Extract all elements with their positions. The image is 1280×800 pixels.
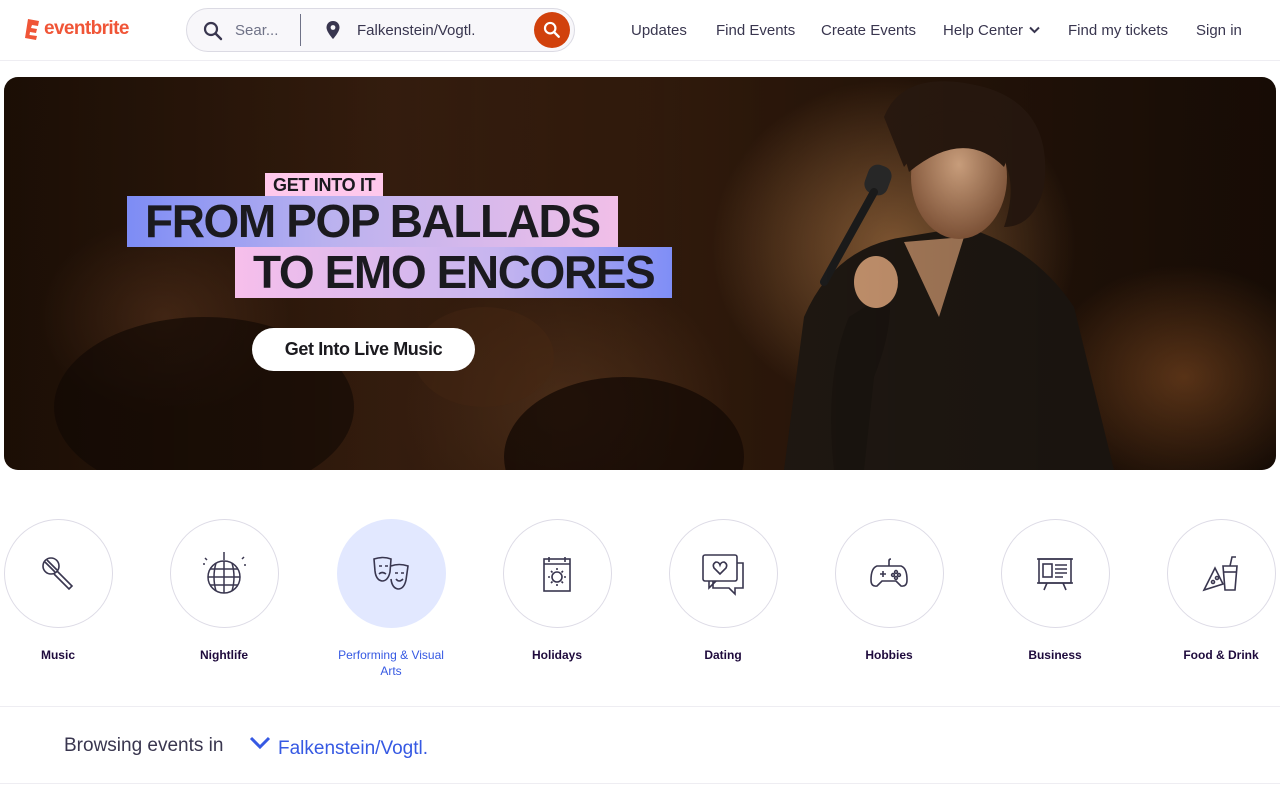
- hero-banner[interactable]: GET INTO IT FROM POP BALLADS TO EMO ENCO…: [4, 77, 1276, 470]
- search-input[interactable]: Sear...: [235, 22, 278, 39]
- nav-create-events[interactable]: Create Events: [821, 0, 916, 60]
- category-nightlife[interactable]: Nightlife: [141, 519, 307, 663]
- get-into-live-music-button[interactable]: Get Into Live Music: [252, 328, 475, 371]
- hero-tagline: GET INTO IT: [265, 173, 384, 197]
- category-circle: [1166, 519, 1276, 628]
- hero-headline-line1: FROM POP BALLADS: [127, 196, 618, 247]
- category-label: Business: [1028, 648, 1082, 662]
- nav-find-events[interactable]: Find Events: [716, 0, 795, 60]
- location-pin-icon: [326, 21, 340, 39]
- category-label: Dating: [704, 648, 742, 662]
- eventbrite-mark-icon: [25, 19, 39, 40]
- microphone-icon: [42, 556, 74, 590]
- nav-help-center-label: Help Center: [943, 21, 1024, 39]
- category-label: Food & Drink: [1183, 648, 1259, 662]
- theater-masks-icon: [373, 556, 409, 590]
- calendar-sun-icon: [543, 556, 571, 592]
- nav-sign-in[interactable]: Sign in: [1196, 0, 1242, 60]
- category-dating[interactable]: Dating: [640, 519, 806, 663]
- presentation-board-icon: [1037, 557, 1073, 590]
- category-circle: [336, 519, 446, 628]
- logo-text: eventbrite: [44, 18, 129, 39]
- category-holidays[interactable]: Holidays: [474, 519, 640, 663]
- category-circle: [3, 519, 113, 628]
- top-header: eventbrite Sear... Falkenstein/Vogtl. Up…: [0, 0, 1280, 61]
- category-circle: [668, 519, 778, 628]
- gamepad-icon: [870, 557, 908, 587]
- category-business[interactable]: Business: [972, 519, 1138, 663]
- category-music[interactable]: Music: [0, 519, 141, 663]
- category-hobbies[interactable]: Hobbies: [806, 519, 972, 663]
- nav-updates[interactable]: Updates: [631, 0, 687, 60]
- browsing-location-dropdown[interactable]: Falkenstein/Vogtl.: [278, 738, 428, 760]
- category-circle: [1000, 519, 1110, 628]
- category-label: Hobbies: [865, 648, 913, 662]
- browsing-label: Browsing events in: [64, 735, 224, 756]
- category-circle: [834, 519, 944, 628]
- search-icon: [543, 21, 560, 38]
- chevron-down-icon: [1029, 26, 1040, 34]
- search-divider: [300, 14, 301, 46]
- category-label: Music: [40, 648, 75, 662]
- nav-help-center[interactable]: Help Center: [943, 0, 1040, 60]
- category-performing-visual-arts[interactable]: Performing & Visual Arts: [308, 519, 474, 679]
- location-input[interactable]: Falkenstein/Vogtl.: [357, 22, 475, 39]
- hero-headline-line2: TO EMO ENCORES: [235, 247, 673, 298]
- category-label: Nightlife: [200, 648, 248, 662]
- browsing-location-bar: Browsing events in Falkenstein/Vogtl.: [0, 706, 1280, 784]
- search-submit-button[interactable]: [534, 12, 570, 48]
- category-circle: [169, 519, 279, 628]
- disco-ball-icon: [203, 551, 246, 594]
- chat-heart-icon: [702, 553, 744, 596]
- category-label: Holidays: [531, 648, 582, 662]
- chevron-down-icon[interactable]: [249, 736, 271, 750]
- eventbrite-logo[interactable]: eventbrite: [24, 17, 129, 41]
- category-food-drink[interactable]: Food & Drink: [1138, 519, 1280, 663]
- category-circle: [502, 519, 612, 628]
- category-label: Performing & Visual Arts: [338, 648, 444, 678]
- food-drink-icon: [1202, 555, 1238, 591]
- nav-find-my-tickets[interactable]: Find my tickets: [1068, 0, 1168, 60]
- search-bar[interactable]: Sear... Falkenstein/Vogtl.: [186, 8, 575, 52]
- search-icon: [203, 21, 223, 41]
